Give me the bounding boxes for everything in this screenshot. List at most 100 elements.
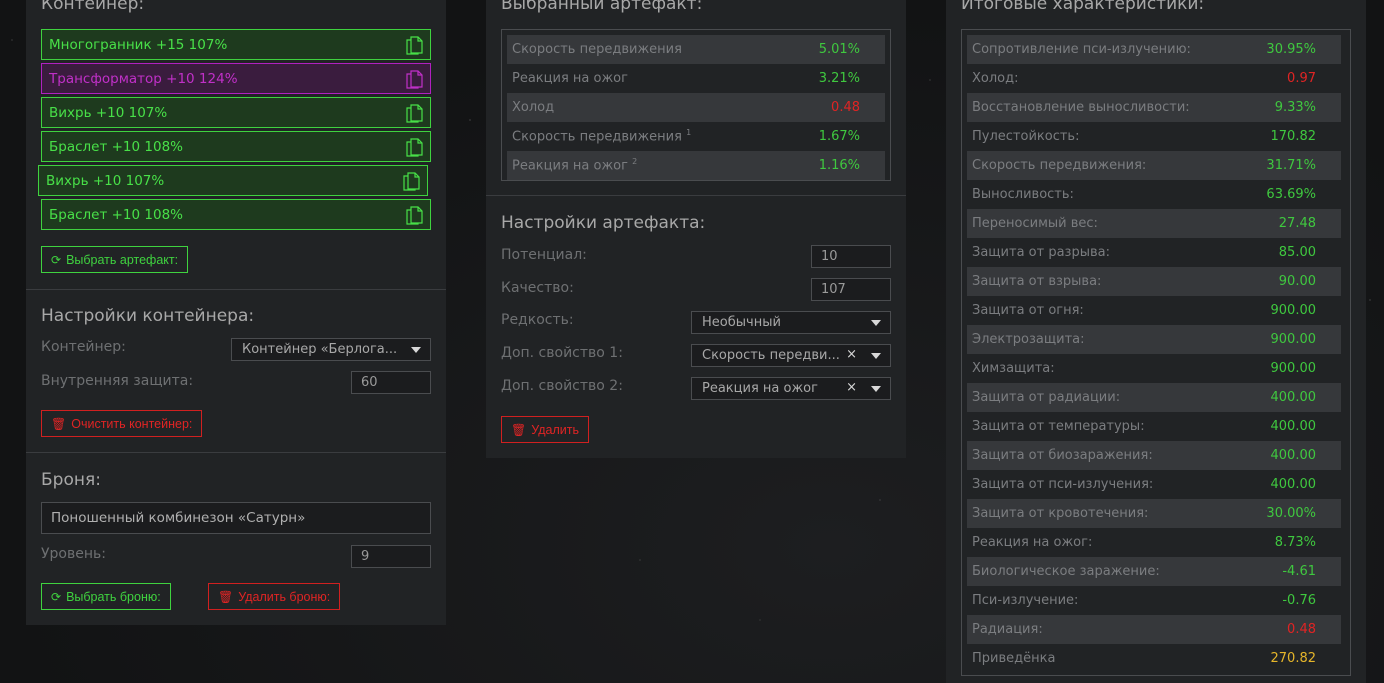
- stat-name: Реакция на ожог:: [972, 535, 1092, 550]
- stat-name-text: Реакция на ожог: [512, 71, 628, 86]
- copy-icon[interactable]: [405, 136, 423, 158]
- copy-icon[interactable]: [405, 204, 423, 226]
- armor-level-input[interactable]: 9: [351, 545, 431, 568]
- quality-label: Качество:: [501, 280, 574, 296]
- artifact-row[interactable]: Браслет +10 108%: [41, 199, 431, 230]
- armor-name-field[interactable]: Поношенный комбинезон «Сатурн»: [41, 502, 431, 534]
- stat-name-text: Переносимый вес:: [972, 216, 1098, 231]
- artifact-row[interactable]: Многогранник +15 107%: [41, 29, 431, 60]
- delete-artifact-button[interactable]: 🗑 Удалить: [501, 416, 589, 443]
- stat-name: Радиация:: [972, 622, 1043, 637]
- stat-value: 90.00: [1278, 274, 1316, 289]
- prop2-label: Доп. свойство 2:: [501, 378, 623, 394]
- stat-name-text: Холод:: [972, 71, 1019, 86]
- clear-icon[interactable]: ×: [846, 380, 857, 395]
- artifact-row-label: Вихрь +10 107%: [46, 172, 165, 189]
- stat-value: 8.73%: [1274, 535, 1316, 550]
- stat-row: Защита от пси-излучения: 400.00: [967, 470, 1341, 499]
- artifact-row[interactable]: Трансформатор +10 124%: [41, 63, 431, 94]
- protection-input[interactable]: 60: [351, 371, 431, 394]
- copy-icon[interactable]: [402, 170, 420, 192]
- stat-name-text: Пси-излучение:: [972, 593, 1079, 608]
- potential-input[interactable]: 10: [811, 245, 891, 268]
- stat-row: Реакция на ожог 3.21%: [507, 64, 885, 93]
- prop2-select-value: Реакция на ожог: [702, 381, 818, 396]
- stat-row: Защита от радиации: 400.00: [967, 383, 1341, 412]
- container-label: Контейнер:: [41, 339, 126, 355]
- stat-name-text: Защита от пси-излучения:: [972, 477, 1154, 492]
- stat-name: Скорость передвижения:: [972, 158, 1146, 173]
- copy-icon[interactable]: [405, 102, 423, 124]
- stat-name-text: Пулестойкость:: [972, 129, 1080, 144]
- caret-down-icon: [871, 353, 881, 359]
- stat-value: 400.00: [1270, 477, 1317, 492]
- caret-down-icon: [871, 386, 881, 392]
- trash-icon: 🗑: [511, 422, 527, 437]
- stat-name: Защита от радиации:: [972, 390, 1120, 405]
- stat-name-text: Защита от температуры:: [972, 419, 1145, 434]
- stat-value: 270.82: [1270, 651, 1317, 666]
- stat-row: Защита от взрыва: 90.00: [967, 267, 1341, 296]
- rarity-label: Редкость:: [501, 312, 574, 328]
- armor-title: Броня:: [41, 470, 101, 490]
- stat-name-text: Защита от разрыва:: [972, 245, 1110, 260]
- artifact-row[interactable]: Вихрь +10 107%: [41, 97, 431, 128]
- stat-name: Защита от пси-излучения:: [972, 477, 1153, 492]
- stat-value: -4.61: [1282, 564, 1316, 579]
- quality-input[interactable]: 107: [811, 278, 891, 301]
- selected-artifact-title: Выбранный артефакт:: [501, 0, 703, 14]
- stat-value: 63.69%: [1266, 187, 1316, 202]
- stat-row: Защита от биозаражения: 400.00: [967, 441, 1341, 470]
- container-title: Контейнер:: [41, 0, 145, 14]
- select-armor-label: Выбрать броню:: [66, 589, 161, 604]
- delete-armor-button[interactable]: 🗑 Удалить броню:: [208, 583, 341, 610]
- stat-name-text: Защита от биозаражения:: [972, 448, 1153, 463]
- artifact-row[interactable]: Браслет +10 108%: [41, 131, 431, 162]
- stat-name: Защита от биозаражения:: [972, 448, 1153, 463]
- stat-name: Скорость передвижения 1: [512, 128, 691, 144]
- stat-value: 1.16%: [818, 158, 860, 173]
- container-settings-title: Настройки контейнера:: [41, 306, 255, 326]
- clear-icon[interactable]: ×: [846, 347, 857, 362]
- container-select-value: Контейнер «Берлога...: [242, 342, 398, 357]
- copy-icon[interactable]: [405, 34, 423, 56]
- stat-row: Радиация: 0.48: [967, 615, 1341, 644]
- stat-row: Защита от огня: 900.00: [967, 296, 1341, 325]
- stat-name-text: Скорость передвижения: [512, 129, 682, 145]
- stat-name: Холод: [512, 100, 554, 115]
- stat-value: 400.00: [1270, 419, 1317, 434]
- clear-container-label: Очистить контейнер:: [71, 416, 193, 431]
- prop1-select[interactable]: Скорость передви... ×: [691, 344, 891, 367]
- stat-name: Реакция на ожог 2: [512, 157, 637, 173]
- stat-row: Защита от кровотечения: 30.00%: [967, 499, 1341, 528]
- stat-name: Реакция на ожог: [512, 71, 628, 86]
- artifact-row-label: Браслет +10 108%: [49, 138, 183, 155]
- container-select[interactable]: Контейнер «Берлога...: [231, 338, 431, 361]
- select-armor-button[interactable]: ⟳ Выбрать броню:: [41, 583, 171, 610]
- stat-footnote: 1: [686, 128, 692, 138]
- stat-footnote: 2: [632, 157, 638, 167]
- prop2-select[interactable]: Реакция на ожог ×: [691, 377, 891, 400]
- rarity-select[interactable]: Необычный: [691, 311, 891, 334]
- potential-label: Потенциал:: [501, 247, 587, 263]
- artifact-settings-title: Настройки артефакта:: [501, 213, 706, 233]
- stat-row: Защита от разрыва: 85.00: [967, 238, 1341, 267]
- selected-stats-box: Скорость передвижения 5.01% Реакция на ожо…: [501, 29, 891, 181]
- selected-artifact-panel: Выбранный артефакт: Скорость передвижени…: [486, 0, 906, 458]
- protection-label: Внутренняя защита:: [41, 373, 194, 389]
- stat-name-text: Приведёнка: [972, 651, 1056, 666]
- stat-name: Переносимый вес:: [972, 216, 1098, 231]
- copy-icon[interactable]: [405, 68, 423, 90]
- stat-value: 900.00: [1270, 361, 1317, 376]
- clear-container-button[interactable]: 🗑 Очистить контейнер:: [41, 410, 203, 437]
- stat-value: 400.00: [1270, 390, 1317, 405]
- stat-name-text: Защита от радиации:: [972, 390, 1121, 405]
- select-artifact-button[interactable]: ⟳ Выбрать артефакт:: [41, 246, 189, 273]
- stat-name: Скорость передвижения: [512, 42, 682, 57]
- stat-value: 1.67%: [818, 129, 860, 144]
- stat-row: Скорость передвижения: 31.71%: [967, 151, 1341, 180]
- artifact-row[interactable]: Вихрь +10 107%: [38, 165, 428, 196]
- stat-name-text: Химзащита:: [972, 361, 1055, 376]
- delete-artifact-label: Удалить: [531, 422, 579, 437]
- stat-row: Скорость передвижения 5.01%: [507, 35, 885, 64]
